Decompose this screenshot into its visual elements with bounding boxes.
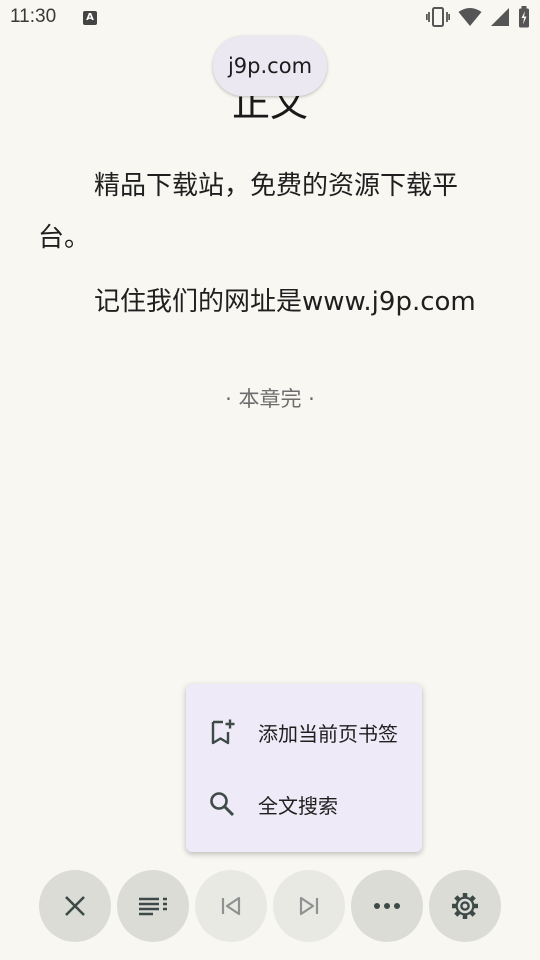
more-button[interactable] [351,870,423,942]
close-button[interactable] [39,870,111,942]
table-of-contents-icon [139,897,167,916]
paragraph-2: 记住我们的网址是www.j9p.com [94,287,476,317]
menu-item-add-bookmark[interactable]: 添加当前页书签 [186,702,422,762]
settings-button[interactable] [429,870,501,942]
wifi-icon [458,8,482,26]
menu-item-label: 全文搜索 [258,793,338,818]
paragraph-1: 精品下载站，免费的资源下载平台。 [38,171,459,253]
previous-chapter-button[interactable] [195,870,267,942]
status-bar: 11:30 A [0,0,540,36]
more-options-menu: 添加当前页书签 全文搜索 [186,684,422,852]
vibrate-icon [426,7,450,27]
search-icon [210,792,235,817]
status-time: 11:30 [10,6,57,27]
previous-chapter-icon [221,896,241,916]
bottom-action-bar [0,870,540,942]
next-chapter-icon [299,896,319,916]
more-icon [374,903,400,909]
menu-item-full-text-search[interactable]: 全文搜索 [186,774,422,834]
next-chapter-button[interactable] [273,870,345,942]
signal-icon [491,8,509,26]
notification-badge: A [83,11,97,25]
table-of-contents-button[interactable] [117,870,189,942]
battery-charging-icon [519,6,529,28]
status-icons [426,6,530,28]
close-icon [65,896,85,916]
menu-item-label: 添加当前页书签 [258,721,398,746]
bookmark-add-icon [211,719,235,745]
url-pill[interactable]: j9p.com [213,36,327,96]
settings-icon [452,893,478,919]
chapter-end-marker: · 本章完 · [225,387,315,411]
